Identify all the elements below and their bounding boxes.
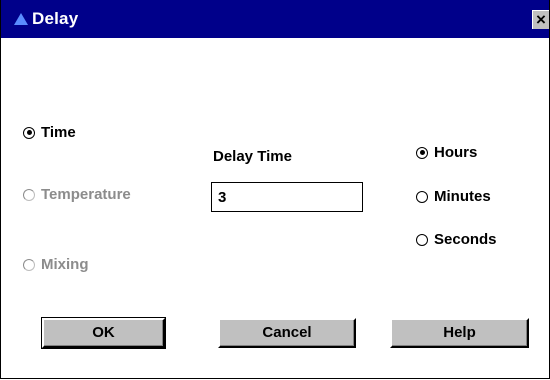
window-title: Delay xyxy=(32,9,79,28)
radio-unchecked-icon xyxy=(416,190,428,203)
radio-time[interactable]: Time xyxy=(23,124,76,141)
radio-checked-icon xyxy=(23,126,35,139)
window-menu-icon[interactable] xyxy=(14,13,28,25)
close-button[interactable]: × xyxy=(532,10,549,29)
radio-time-label: Time xyxy=(41,124,76,141)
radio-hours[interactable]: Hours xyxy=(416,144,477,161)
title-bar[interactable]: Delay × xyxy=(1,0,549,38)
radio-mixing: Mixing xyxy=(23,256,89,273)
radio-mixing-label: Mixing xyxy=(41,256,89,273)
delay-time-input[interactable] xyxy=(211,182,363,212)
radio-unchecked-icon xyxy=(23,188,35,201)
radio-unchecked-icon xyxy=(23,258,35,271)
radio-hours-label: Hours xyxy=(434,144,478,161)
radio-minutes-label: Minutes xyxy=(434,188,491,205)
radio-checked-icon xyxy=(416,146,428,159)
radio-seconds[interactable]: Seconds xyxy=(416,231,497,248)
radio-minutes[interactable]: Minutes xyxy=(416,188,491,205)
radio-temperature-label: Temperature xyxy=(41,186,131,203)
ok-button[interactable]: OK xyxy=(41,317,166,349)
radio-unchecked-icon xyxy=(416,233,428,246)
radio-temperature: Temperature xyxy=(23,186,131,203)
delay-dialog: Delay × Time Temperature Mixing Delay Ti… xyxy=(0,0,550,379)
help-button[interactable]: Help xyxy=(390,318,529,348)
radio-seconds-label: Seconds xyxy=(434,231,497,248)
delay-time-label: Delay Time xyxy=(213,148,292,165)
cancel-button[interactable]: Cancel xyxy=(218,318,356,348)
